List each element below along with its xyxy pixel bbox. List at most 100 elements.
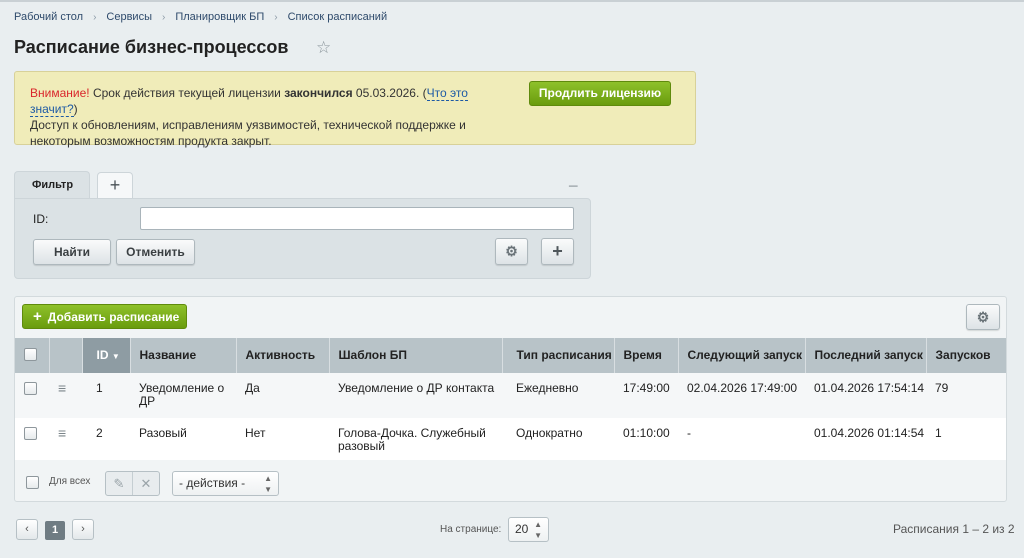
notice-line-3: некоторым возможностям продукта закрыт. xyxy=(30,134,272,148)
column-next-run[interactable]: Следующий запуск xyxy=(678,338,806,373)
group-actions-select[interactable]: - действия - ▲ ▼ xyxy=(172,471,279,496)
group-edit-buttons: ✎ ✕ xyxy=(105,471,160,496)
chevron-right-icon: › xyxy=(81,523,85,535)
per-page-select[interactable]: 20 ▲ ▼ xyxy=(508,517,549,542)
cell-id: 2 xyxy=(82,418,130,460)
column-template[interactable]: Шаблон БП xyxy=(329,338,503,373)
for-all-label: Для всех xyxy=(49,476,91,487)
group-actions-value: - действия - xyxy=(179,476,246,490)
column-last-run[interactable]: Последний запуск xyxy=(805,338,927,373)
drag-header xyxy=(49,338,83,373)
column-time[interactable]: Время xyxy=(614,338,679,373)
filter-settings-button[interactable]: ⚙ xyxy=(495,238,528,265)
select-arrows-icon: ▲ ▼ xyxy=(534,520,542,540)
cell-next-run: 02.04.2026 17:49:00 xyxy=(678,373,805,418)
row-menu-cell: ≡ xyxy=(49,418,82,460)
cell-id: 1 xyxy=(82,373,130,418)
close-icon[interactable]: ✕ xyxy=(132,472,159,495)
per-page-label: На странице: xyxy=(440,524,502,535)
breadcrumb-services[interactable]: Сервисы xyxy=(106,11,152,23)
cell-template: Уведомление о ДР контакта xyxy=(329,373,502,418)
notice-line-2: Доступ к обновлениям, исправлениям уязви… xyxy=(30,118,466,132)
minus-icon[interactable]: − xyxy=(568,176,579,197)
table-row[interactable]: ≡ 2 Разовый Нет Голова-Дочка. Служебный … xyxy=(15,418,1006,460)
renew-license-button[interactable]: Продлить лицензию xyxy=(529,81,671,106)
row-checkbox[interactable] xyxy=(24,382,37,395)
sort-desc-icon: ▼ xyxy=(111,351,120,361)
cell-name: Разовый xyxy=(130,418,236,460)
cell-time: 01:10:00 xyxy=(614,418,678,460)
breadcrumb-schedule-list[interactable]: Список расписаний xyxy=(288,11,387,23)
row-checkbox[interactable] xyxy=(24,427,37,440)
breadcrumb-bp-planner[interactable]: Планировщик БП xyxy=(175,11,264,23)
table-header: ID ▼ Название Активность Шаблон БП Тип р… xyxy=(15,338,1006,373)
select-arrows-icon: ▲ ▼ xyxy=(264,474,272,494)
cell-last-run: 01.04.2026 17:54:14 xyxy=(805,373,926,418)
id-filter-input[interactable] xyxy=(140,207,574,230)
page-title: Расписание бизнес-процессов xyxy=(14,37,289,57)
column-id[interactable]: ID ▼ xyxy=(82,338,131,373)
filter-panel: ID: Найти Отменить ⚙ + xyxy=(14,198,591,279)
id-label: ID: xyxy=(33,212,49,226)
add-filter-field-button[interactable]: + xyxy=(541,238,574,265)
cell-active: Да xyxy=(236,373,329,418)
schedule-grid-panel: + Добавить расписание ⚙ ID ▼ Название Акт… xyxy=(14,296,1007,502)
for-all-checkbox[interactable] xyxy=(26,476,39,489)
plus-icon: + xyxy=(33,308,42,325)
notice-text-1: Срок действия текущей лицензии xyxy=(89,86,285,100)
license-notice-text: Внимание! Срок действия текущей лицензии… xyxy=(30,85,510,149)
chevron-right-icon: › xyxy=(274,11,278,23)
schedule-table: ID ▼ Название Активность Шаблон БП Тип р… xyxy=(15,338,1006,460)
cell-runs: 79 xyxy=(926,373,1006,418)
gear-icon: ⚙ xyxy=(976,309,990,325)
menu-icon[interactable]: ≡ xyxy=(58,425,66,441)
breadcrumb: Рабочий стол › Сервисы › Планировщик БП … xyxy=(14,11,387,23)
breadcrumb-desktop[interactable]: Рабочий стол xyxy=(14,11,83,23)
notice-warning: Внимание! xyxy=(30,86,90,100)
select-all-checkbox[interactable] xyxy=(24,347,37,361)
add-schedule-label: Добавить расписание xyxy=(47,310,180,324)
notice-bold: закончился xyxy=(284,86,353,100)
records-total: Расписания 1 – 2 из 2 xyxy=(893,522,1015,536)
star-icon[interactable]: ☆ xyxy=(316,38,331,58)
top-border xyxy=(0,0,1024,2)
chevron-left-icon: ‹ xyxy=(25,523,29,535)
grid-footer: Для всех ✎ ✕ - действия - ▲ ▼ xyxy=(15,460,1006,501)
column-runs[interactable]: Запусков xyxy=(926,338,1006,373)
per-page-value: 20 xyxy=(515,522,529,536)
prev-page-button[interactable]: ‹ xyxy=(16,519,38,540)
select-all-header xyxy=(15,338,50,373)
plus-icon: + xyxy=(109,175,121,195)
grid-settings-button[interactable]: ⚙ xyxy=(966,304,1000,330)
license-notice: Внимание! Срок действия текущей лицензии… xyxy=(14,71,696,148)
notice-text-3: ) xyxy=(73,102,78,116)
find-button[interactable]: Найти xyxy=(33,239,111,265)
menu-icon[interactable]: ≡ xyxy=(58,380,66,396)
column-name[interactable]: Название xyxy=(130,338,237,373)
cell-time: 17:49:00 xyxy=(614,373,678,418)
add-schedule-button[interactable]: + Добавить расписание xyxy=(22,304,187,329)
cell-next-run: - xyxy=(678,418,805,460)
column-id-label: ID xyxy=(96,347,109,362)
cell-name: Уведомление о ДР xyxy=(130,373,236,418)
cancel-button[interactable]: Отменить xyxy=(116,239,195,265)
table-row[interactable]: ≡ 1 Уведомление о ДР Да Уведомление о ДР… xyxy=(15,373,1006,418)
pencil-icon[interactable]: ✎ xyxy=(106,472,132,495)
add-filter-tab-button[interactable]: + xyxy=(97,172,133,198)
row-menu-cell: ≡ xyxy=(49,373,82,418)
current-page[interactable]: 1 xyxy=(45,521,65,540)
cell-last-run: 01.04.2026 01:14:54 xyxy=(805,418,926,460)
column-active[interactable]: Активность xyxy=(236,338,330,373)
cell-type: Однократно xyxy=(502,418,614,460)
row-checkbox-cell xyxy=(15,418,49,460)
cell-template: Голова-Дочка. Служебный разовый xyxy=(329,418,502,460)
plus-icon: + xyxy=(552,241,563,261)
cell-runs: 1 xyxy=(926,418,1006,460)
tab-filter[interactable]: Фильтр xyxy=(14,171,90,199)
gear-icon: ⚙ xyxy=(505,243,518,259)
next-page-button[interactable]: › xyxy=(72,519,94,540)
row-checkbox-cell xyxy=(15,373,49,418)
cell-active: Нет xyxy=(236,418,329,460)
column-type[interactable]: Тип расписания xyxy=(502,338,615,373)
cell-type: Ежедневно xyxy=(502,373,614,418)
